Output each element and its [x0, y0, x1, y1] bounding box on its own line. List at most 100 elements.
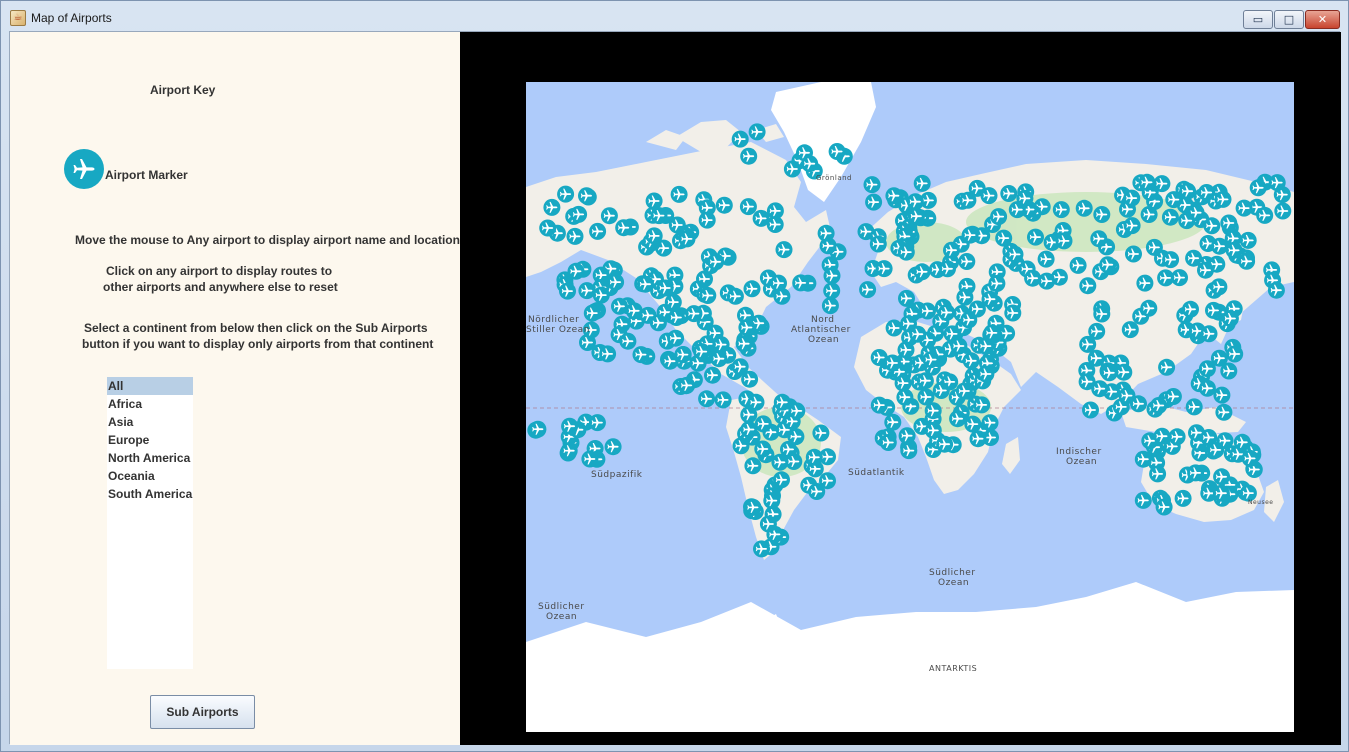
airport-marker[interactable]: [939, 260, 956, 278]
airport-marker[interactable]: [1093, 206, 1111, 223]
airport-marker[interactable]: [983, 324, 1001, 342]
airport-marker[interactable]: [938, 304, 956, 321]
airport-marker[interactable]: [637, 275, 654, 293]
airport-marker[interactable]: [1090, 230, 1108, 248]
airport-marker[interactable]: [1162, 251, 1180, 269]
airport-marker[interactable]: [1274, 202, 1292, 220]
airport-marker[interactable]: [1149, 465, 1167, 483]
airport-marker[interactable]: [808, 483, 826, 500]
airport-marker[interactable]: [674, 346, 692, 364]
airport-marker[interactable]: [1099, 256, 1117, 274]
airport-marker[interactable]: [732, 437, 750, 455]
airport-marker[interactable]: [632, 346, 650, 364]
airport-marker[interactable]: [1055, 232, 1073, 250]
airport-marker[interactable]: [1069, 256, 1087, 274]
airport-marker[interactable]: [1136, 274, 1154, 292]
airport-marker[interactable]: [740, 147, 758, 165]
airport-marker[interactable]: [919, 302, 936, 320]
airport-marker[interactable]: [752, 209, 770, 227]
airport-marker[interactable]: [981, 290, 999, 308]
airport-marker[interactable]: [650, 207, 668, 225]
airport-marker[interactable]: [885, 319, 903, 337]
airport-marker[interactable]: [1213, 468, 1231, 486]
airport-marker[interactable]: [1220, 214, 1238, 232]
airport-marker[interactable]: [1226, 345, 1244, 363]
airport-marker[interactable]: [1221, 310, 1239, 327]
airport-marker[interactable]: [897, 341, 915, 359]
continent-option-north-america[interactable]: North America: [107, 449, 193, 467]
airport-marker[interactable]: [678, 230, 696, 248]
airport-marker[interactable]: [1197, 261, 1214, 279]
airport-marker[interactable]: [1168, 428, 1186, 446]
airport-marker[interactable]: [740, 421, 758, 438]
airport-marker[interactable]: [879, 434, 897, 451]
airport-marker[interactable]: [685, 305, 703, 323]
airport-marker[interactable]: [667, 309, 685, 326]
airport-marker[interactable]: [960, 311, 978, 329]
airport-marker[interactable]: [748, 123, 766, 141]
airport-marker[interactable]: [783, 160, 801, 178]
airport-marker[interactable]: [645, 192, 663, 210]
airport-marker[interactable]: [897, 243, 915, 261]
airport-marker[interactable]: [1214, 190, 1232, 208]
airport-marker[interactable]: [560, 442, 578, 460]
airport-marker[interactable]: [670, 185, 688, 203]
airport-marker[interactable]: [557, 185, 575, 203]
airport-marker[interactable]: [1182, 300, 1199, 318]
airport-marker[interactable]: [566, 227, 584, 245]
airport-marker[interactable]: [924, 421, 942, 439]
airport-marker[interactable]: [600, 207, 618, 225]
airport-marker[interactable]: [1165, 191, 1183, 209]
airport-marker[interactable]: [1024, 269, 1042, 287]
airport-marker[interactable]: [1249, 179, 1267, 197]
continent-option-africa[interactable]: Africa: [107, 395, 193, 413]
airport-marker[interactable]: [539, 219, 557, 237]
airport-marker[interactable]: [578, 187, 595, 205]
airport-marker[interactable]: [1198, 184, 1216, 201]
airport-marker[interactable]: [698, 390, 716, 408]
airport-marker[interactable]: [744, 457, 762, 475]
airport-marker[interactable]: [907, 207, 925, 225]
airport-marker[interactable]: [747, 393, 765, 411]
airport-marker[interactable]: [932, 382, 950, 399]
airport-marker[interactable]: [900, 442, 918, 460]
airport-marker[interactable]: [1078, 373, 1096, 391]
airport-marker[interactable]: [894, 374, 912, 392]
airport-marker[interactable]: [739, 198, 757, 216]
airport-marker[interactable]: [1125, 245, 1142, 263]
airport-marker[interactable]: [704, 366, 721, 384]
airport-marker[interactable]: [678, 376, 696, 394]
airport-marker[interactable]: [1006, 245, 1024, 263]
airport-marker[interactable]: [1210, 278, 1228, 296]
airport-marker[interactable]: [731, 130, 749, 148]
airport-marker[interactable]: [906, 193, 924, 211]
airport-marker[interactable]: [699, 287, 717, 304]
airport-marker[interactable]: [936, 435, 954, 453]
airport-marker[interactable]: [1037, 250, 1055, 268]
airport-marker[interactable]: [714, 391, 732, 409]
continent-option-asia[interactable]: Asia: [107, 413, 193, 431]
airport-marker[interactable]: [1123, 217, 1141, 235]
airport-marker[interactable]: [980, 187, 998, 205]
airport-marker[interactable]: [1215, 403, 1233, 421]
airport-marker[interactable]: [567, 262, 585, 280]
airport-marker[interactable]: [1008, 201, 1026, 219]
airport-marker[interactable]: [1123, 189, 1141, 207]
airport-marker[interactable]: [995, 229, 1013, 247]
airport-marker[interactable]: [1155, 498, 1173, 516]
minimize-button[interactable]: ▭: [1243, 10, 1273, 29]
airport-marker[interactable]: [949, 410, 967, 428]
airport-marker[interactable]: [865, 193, 883, 211]
airport-marker[interactable]: [1198, 379, 1216, 397]
airport-marker[interactable]: [1145, 238, 1163, 256]
airport-marker[interactable]: [578, 282, 596, 300]
airport-marker[interactable]: [1178, 212, 1196, 230]
airport-marker[interactable]: [738, 319, 756, 336]
airport-marker[interactable]: [611, 297, 628, 315]
world-map[interactable]: Grönland Nördlicher Stiller Ozean Nord A…: [526, 82, 1294, 732]
airport-marker[interactable]: [1256, 206, 1274, 224]
airport-marker[interactable]: [664, 293, 682, 311]
airport-marker[interactable]: [707, 253, 725, 271]
airport-marker[interactable]: [667, 329, 685, 347]
airport-marker[interactable]: [743, 280, 761, 298]
